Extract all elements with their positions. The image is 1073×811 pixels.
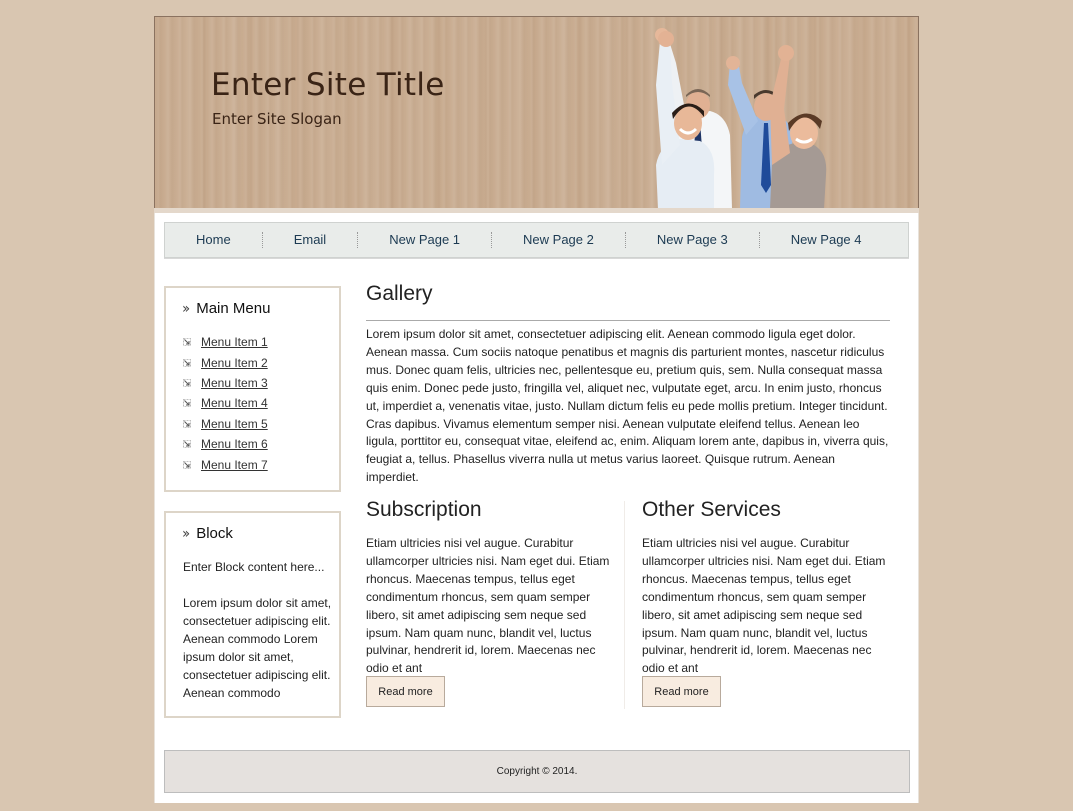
block-intro: Enter Block content here... [183,560,325,574]
menu-item: Menu Item 2 [183,352,268,372]
menu-item: Menu Item 1 [183,332,268,352]
content-area: Home Email New Page 1 New Page 2 New Pag… [154,213,919,803]
header-photo [655,28,827,209]
menu-item-3-link[interactable]: Menu Item 3 [201,376,268,390]
subscription-section: Subscription Etiam ultricies nisi vel au… [366,498,616,707]
gallery-title: Gallery [366,282,433,305]
menu-item-2-link[interactable]: Menu Item 2 [201,356,268,370]
site-slogan: Enter Site Slogan [212,110,342,128]
gallery-divider [366,320,890,321]
arrow-down-right-icon [183,379,191,387]
menu-item-5-link[interactable]: Menu Item 5 [201,417,268,431]
block-title: Block [196,525,233,542]
nav-item-new-page-4[interactable]: New Page 4 [760,222,893,258]
gallery-text: Lorem ipsum dolor sit amet, consectetuer… [366,327,889,485]
nav-item-email[interactable]: Email [263,222,358,258]
arrow-down-right-icon [183,440,191,448]
nav-item-new-page-3[interactable]: New Page 3 [626,222,759,258]
subscription-read-more-button[interactable]: Read more [366,676,445,707]
menu-item-6-link[interactable]: Menu Item 6 [201,437,268,451]
other-services-section: Other Services Etiam ultricies nisi vel … [642,498,892,707]
block-body: Lorem ipsum dolor sit amet, consectetuer… [183,596,332,700]
subscription-text: Etiam ultricies nisi vel augue. Curabitu… [366,536,610,676]
site-footer: Copyright © 2014. [164,750,910,793]
arrow-down-right-icon [183,338,191,346]
double-chevron-right-icon: ›› [182,300,190,317]
menu-item: Menu Item 3 [183,373,268,393]
nav-item-home[interactable]: Home [175,222,262,258]
page-container: Enter Site Title Enter Site Slogan Home … [154,16,919,803]
menu-item: Menu Item 6 [183,434,268,454]
sidebar-main-menu: ›› Main Menu Menu Item 1 Menu Item 2 Men… [164,286,341,492]
menu-item: Menu Item 5 [183,414,268,434]
other-services-text: Etiam ultricies nisi vel augue. Curabitu… [642,536,886,676]
site-header: Enter Site Title Enter Site Slogan [154,16,919,210]
arrow-down-right-icon [183,399,191,408]
nav-item-new-page-2[interactable]: New Page 2 [492,222,625,258]
copyright-text: Copyright © 2014. [496,766,578,777]
main-nav: Home Email New Page 1 New Page 2 New Pag… [164,222,909,258]
sidebar-block: ›› Block Enter Block content here... Lor… [164,511,341,718]
person-woman-grey-top [770,45,827,209]
arrow-down-right-icon [183,460,191,469]
arrow-down-right-icon [183,358,191,367]
arrow-down-right-icon [183,419,191,428]
main-menu-title: Main Menu [196,300,271,317]
other-services-read-more-button[interactable]: Read more [642,676,721,707]
main-menu-list: Menu Item 1 Menu Item 2 Menu Item 3 Menu… [183,332,268,475]
nav-item-new-page-1[interactable]: New Page 1 [358,222,491,258]
menu-item: Menu Item 4 [183,393,268,413]
block-heading: ›› Block [182,525,233,542]
menu-item-4-link[interactable]: Menu Item 4 [201,396,268,410]
double-chevron-right-icon: ›› [182,525,190,542]
menu-item-7-link[interactable]: Menu Item 7 [201,458,268,472]
other-services-title: Other Services [642,498,781,521]
site-title[interactable]: Enter Site Title [211,67,445,103]
column-divider [624,501,625,709]
block-content: Enter Block content here... Lorem ipsum … [183,558,333,720]
menu-item-1-link[interactable]: Menu Item 1 [201,335,268,349]
main-menu-heading: ›› Main Menu [182,300,270,317]
subscription-title: Subscription [366,498,482,521]
menu-item: Menu Item 7 [183,454,268,474]
